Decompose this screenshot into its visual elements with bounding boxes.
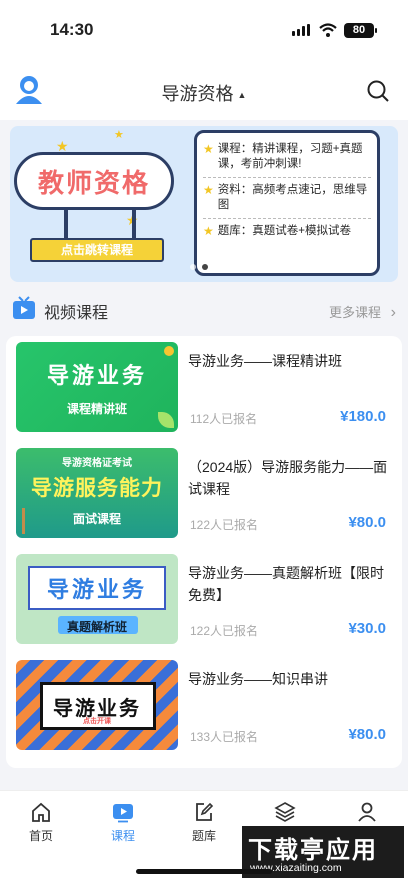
- thumb-sub: 点击开课: [83, 718, 111, 725]
- thumb-title: 导游业务: [46, 577, 147, 602]
- course-enroll-count: 122人已报名: [190, 624, 259, 638]
- tab-question-bank[interactable]: 题库: [174, 801, 234, 844]
- course-item[interactable]: 导游业务 真题解析班 导游业务——真题解析班【限时免费】 122人已报名 ¥30…: [16, 554, 394, 646]
- edit-icon: [196, 802, 214, 821]
- course-price: ¥180.0: [340, 408, 386, 425]
- course-enroll-count: 112人已报名: [190, 412, 258, 426]
- battery-indicator: 80: [344, 23, 374, 38]
- tab-home[interactable]: 首页: [11, 801, 71, 844]
- course-name: （2024版）导游服务能力——面试课程: [188, 459, 388, 497]
- thumb-title: 导游业务: [46, 363, 147, 388]
- banner-jump-button[interactable]: 点击跳转课程: [30, 238, 164, 262]
- banner-row: ★ 课程：精讲课程，习题+真题课，考前冲刺课!: [203, 137, 371, 178]
- sun-decoration: [164, 346, 174, 356]
- thumb-sub: 课程精讲班: [66, 402, 127, 416]
- home-icon: [32, 802, 50, 822]
- banner-pill-text: 教师资格: [37, 168, 150, 198]
- star-icon: ★: [203, 183, 214, 197]
- user-icon: [358, 802, 376, 822]
- course-item[interactable]: 导游资格证考试 导游服务能力 面试课程 （2024版）导游服务能力——面试课程 …: [16, 448, 394, 540]
- course-thumbnail: 导游资格证考试 导游服务能力 面试课程: [16, 448, 178, 538]
- tab-label: 题库: [191, 829, 216, 843]
- battery-tip: [375, 28, 377, 33]
- banner-pill: 教师资格: [14, 152, 174, 210]
- course-price: ¥30.0: [348, 620, 386, 637]
- palm-decoration: [22, 508, 40, 534]
- course-thumbnail: 导游业务 点击开课: [16, 660, 178, 750]
- banner-post-right: [132, 210, 136, 238]
- course-item[interactable]: 导游业务 课程精讲班 导游业务——课程精讲班 112人已报名 ¥180.0: [16, 342, 394, 434]
- carousel-dot-active: [202, 264, 208, 270]
- page-title-text: 导游资格: [161, 84, 234, 104]
- status-bar: 14:30 80: [0, 0, 408, 60]
- carousel-dots: [190, 264, 208, 270]
- banner-row-text: 题库：真题试卷+模拟试卷: [217, 225, 351, 237]
- course-list: 导游业务 课程精讲班 导游业务——课程精讲班 112人已报名 ¥180.0 导游…: [6, 336, 402, 768]
- carousel-dot: [190, 264, 196, 270]
- course-thumbnail: 导游业务 课程精讲班: [16, 342, 178, 432]
- course-enroll-count: 122人已报名: [190, 518, 259, 532]
- tab-label: 课程: [110, 829, 135, 843]
- watermark-title: 下载亭应用: [248, 837, 378, 864]
- course-name: 导游业务——知识串讲: [188, 671, 328, 687]
- tv-icon: [13, 296, 35, 319]
- section-title: 视频课程: [44, 305, 109, 322]
- course-price: ¥80.0: [348, 726, 386, 743]
- caret-down-icon: ▲: [237, 90, 247, 101]
- promo-banner[interactable]: ★ ★ ★ 教师资格 点击跳转课程 ★课程：精讲课程，习题+真题课，考前冲刺课!…: [10, 126, 398, 282]
- thumb-sub: 面试课程: [72, 512, 121, 526]
- course-thumbnail: 导游业务 真题解析班: [16, 554, 178, 644]
- tab-label: 首页: [28, 829, 53, 843]
- video-course-section-header: 视频课程 更多课程 ›: [12, 294, 396, 324]
- thumb-title: 导游服务能力: [31, 477, 163, 500]
- course-name: 导游业务——真题解析班【限时免费】: [188, 565, 384, 603]
- course-enroll-count: 133人已报名: [190, 730, 259, 744]
- chevron-right-icon: ›: [390, 304, 396, 321]
- course-price: ¥80.0: [348, 514, 386, 531]
- star-icon: ★: [203, 224, 214, 238]
- banner-post-left: [64, 210, 68, 238]
- banner-row: ★ 题库：真题试卷+模拟试卷: [203, 219, 371, 244]
- banner-info-card: ★ 课程：精讲课程，习题+真题课，考前冲刺课! ★ 资料：高频考点速记，思维导图 ★…: [194, 130, 380, 276]
- star-decoration-icon: ★: [114, 129, 124, 141]
- page-title[interactable]: 导游资格 ▲: [0, 80, 408, 106]
- more-courses-text: 更多课程: [329, 305, 382, 320]
- course-item[interactable]: 导游业务 点击开课 导游业务——知识串讲 133人已报名 ¥80.0: [16, 660, 394, 752]
- banner-row-text: 资料：高频考点速记，思维导图: [217, 184, 368, 211]
- top-navbar: 导游资格 ▲: [0, 60, 408, 120]
- more-courses-link[interactable]: 更多课程 ›: [329, 302, 396, 322]
- wifi-icon: [319, 23, 337, 37]
- course-name: 导游业务——课程精讲班: [188, 353, 342, 369]
- signal-icon: [292, 24, 310, 36]
- play-icon: [113, 804, 133, 823]
- banner-row-text: 课程：精讲课程，习题+真题课，考前冲刺课!: [217, 143, 363, 170]
- thumb-top: 导游资格证考试: [62, 458, 132, 469]
- layers-icon: [274, 802, 296, 822]
- status-time: 14:30: [50, 20, 94, 39]
- thumb-sub: 真题解析班: [66, 620, 127, 634]
- search-icon[interactable]: [366, 79, 390, 103]
- tab-courses[interactable]: 课程: [93, 801, 153, 844]
- banner-row: ★ 资料：高频考点速记，思维导图: [203, 178, 371, 219]
- star-icon: ★: [203, 142, 214, 156]
- home-indicator: [136, 869, 272, 874]
